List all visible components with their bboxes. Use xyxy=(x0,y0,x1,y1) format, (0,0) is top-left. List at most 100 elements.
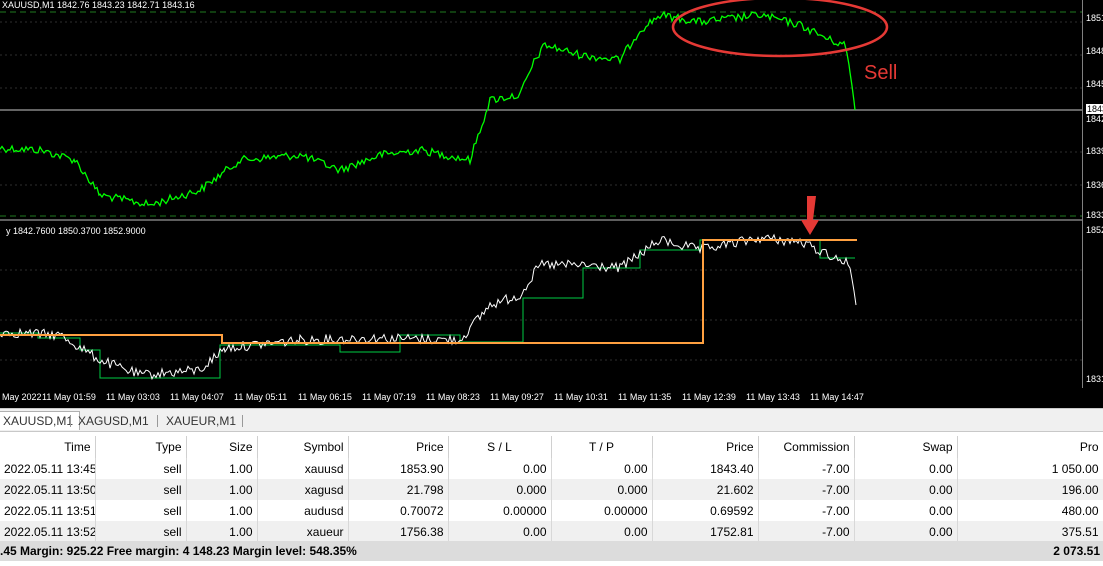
total-profit: 2 073.51 xyxy=(1053,544,1100,558)
cell-swap: 0.00 xyxy=(854,458,958,479)
time-label: 11 May 09:27 xyxy=(490,392,544,402)
cell-time: 2022.05.11 13:45:49 xyxy=(0,458,96,479)
cell-price: 1843.40 xyxy=(652,458,759,479)
price-label: 1851 xyxy=(1086,13,1103,23)
cell-swap: 0.00 xyxy=(854,479,958,500)
chart-canvas xyxy=(0,0,1082,381)
cell-profit: 196.00 xyxy=(957,479,1103,500)
price-label: 1848 xyxy=(1086,46,1103,56)
cell-tp: 0.00 xyxy=(551,521,653,542)
cell-profit: 1 050.00 xyxy=(957,458,1103,479)
cell-sl: 0.00 xyxy=(448,521,552,542)
table-header-row: Time Type Size Symbol Price S / L T / P … xyxy=(0,436,1103,458)
time-label: 11 May 11:35 xyxy=(618,392,672,402)
cell-open-price: 1853.90 xyxy=(348,458,449,479)
table-row[interactable]: 2022.05.11 13:50:06 sell 1.00 xagusd 21.… xyxy=(0,479,1103,500)
cell-size: 1.00 xyxy=(186,479,258,500)
price-label: 1836 xyxy=(1086,180,1103,190)
time-label: 11 May 10:31 xyxy=(554,392,608,402)
cell-price: 21.602 xyxy=(652,479,759,500)
time-label: 11 May 12:39 xyxy=(682,392,736,402)
indicator-scale-label: 1852 xyxy=(1086,225,1103,235)
time-axis[interactable]: May 2022 11 May 01:59 11 May 03:03 11 Ma… xyxy=(0,388,1082,408)
column-header[interactable]: Swap xyxy=(854,436,958,458)
cell-sl: 0.00 xyxy=(448,458,552,479)
chart-grid xyxy=(0,21,1082,361)
tab-xauusd[interactable]: XAUUSD,M1 xyxy=(0,411,81,430)
cell-profit: 480.00 xyxy=(957,500,1103,521)
column-header[interactable]: Type xyxy=(95,436,187,458)
time-label: 11 May 06:15 xyxy=(298,392,352,402)
cell-price: 1752.81 xyxy=(652,521,759,542)
cell-symbol: xagusd xyxy=(257,479,349,500)
sell-annotation: Sell xyxy=(864,62,898,84)
price-series-line xyxy=(0,10,856,208)
trade-table: Time Type Size Symbol Price S / L T / P … xyxy=(0,436,1103,542)
cell-sl: 0.000 xyxy=(448,479,552,500)
cell-size: 1.00 xyxy=(186,500,258,521)
column-header[interactable]: S / L xyxy=(448,436,552,458)
time-label: 11 May 07:19 xyxy=(362,392,416,402)
indicator-scale-label: 1831 xyxy=(1086,374,1103,384)
tab-xaueur[interactable]: XAUEUR,M1 xyxy=(160,412,242,430)
price-label: 1842 xyxy=(1086,114,1103,124)
column-header[interactable]: T / P xyxy=(551,436,653,458)
table-row[interactable]: 2022.05.11 13:52:19 sell 1.00 xaueur 175… xyxy=(0,521,1103,542)
cell-sl: 0.00000 xyxy=(448,500,552,521)
cell-symbol: xaueur xyxy=(257,521,349,542)
column-header[interactable]: Size xyxy=(186,436,258,458)
column-header[interactable]: Time xyxy=(0,436,96,458)
cell-time: 2022.05.11 13:51:06 xyxy=(0,500,96,521)
column-header[interactable]: Price xyxy=(652,436,759,458)
time-label: May 2022 xyxy=(2,392,42,402)
cell-size: 1.00 xyxy=(186,521,258,542)
time-label: 11 May 03:03 xyxy=(106,392,160,402)
price-label: 1839 xyxy=(1086,146,1103,156)
time-label: 11 May 13:43 xyxy=(746,392,800,402)
cell-commission: -7.00 xyxy=(758,479,855,500)
account-summary-bar: .45 Margin: 925.22 Free margin: 4 148.23… xyxy=(0,541,1103,561)
time-label: 11 May 05:11 xyxy=(234,392,288,402)
cell-time: 2022.05.11 13:52:19 xyxy=(0,521,96,542)
price-chart[interactable]: XAUUSD,M1 1842.76 1843.23 1842.71 1843.1… xyxy=(0,0,1103,408)
cell-symbol: audusd xyxy=(257,500,349,521)
column-header[interactable]: Symbol xyxy=(257,436,349,458)
column-header[interactable]: Price xyxy=(348,436,449,458)
indicator-header: y 1842.7600 1850.3700 1852.9000 xyxy=(6,226,146,236)
ohlc-header: XAUUSD,M1 1842.76 1843.23 1842.71 1843.1… xyxy=(2,0,195,10)
time-label: 11 May 08:23 xyxy=(426,392,480,402)
column-header[interactable]: Commission xyxy=(758,436,855,458)
chart-tabs-bar: XAUUSD,M1 XAGUSD,M1 XAUEUR,M1 xyxy=(0,408,1103,432)
cell-swap: 0.00 xyxy=(854,521,958,542)
price-label: 1833 xyxy=(1086,210,1103,220)
tab-divider xyxy=(157,415,158,427)
account-summary-text: .45 Margin: 925.22 Free margin: 4 148.23… xyxy=(0,544,357,558)
tab-xagusd[interactable]: XAGUSD,M1 xyxy=(72,412,155,430)
cell-open-price: 1756.38 xyxy=(348,521,449,542)
cell-tp: 0.00000 xyxy=(551,500,653,521)
cell-profit: 375.51 xyxy=(957,521,1103,542)
cell-size: 1.00 xyxy=(186,458,258,479)
tab-divider xyxy=(242,415,243,427)
cell-commission: -7.00 xyxy=(758,458,855,479)
time-label: 11 May 04:07 xyxy=(170,392,224,402)
indicator-price-line xyxy=(0,233,857,381)
price-label: 1845 xyxy=(1086,79,1103,89)
time-label: 11 May 14:47 xyxy=(810,392,864,402)
cell-type: sell xyxy=(95,521,187,542)
cell-swap: 0.00 xyxy=(854,500,958,521)
cell-commission: -7.00 xyxy=(758,500,855,521)
cell-type: sell xyxy=(95,479,187,500)
cell-tp: 0.00 xyxy=(551,458,653,479)
table-row[interactable]: 2022.05.11 13:45:49 sell 1.00 xauusd 185… xyxy=(0,458,1103,479)
table-row[interactable]: 2022.05.11 13:51:06 sell 1.00 audusd 0.7… xyxy=(0,500,1103,521)
tab-divider xyxy=(70,415,71,427)
current-price-label: 1843 xyxy=(1086,104,1103,114)
price-axis[interactable] xyxy=(1082,0,1103,388)
column-header[interactable]: Pro xyxy=(957,436,1103,458)
cell-time: 2022.05.11 13:50:06 xyxy=(0,479,96,500)
cell-tp: 0.000 xyxy=(551,479,653,500)
cell-open-price: 21.798 xyxy=(348,479,449,500)
time-label: 11 May 01:59 xyxy=(42,392,96,402)
cell-type: sell xyxy=(95,458,187,479)
